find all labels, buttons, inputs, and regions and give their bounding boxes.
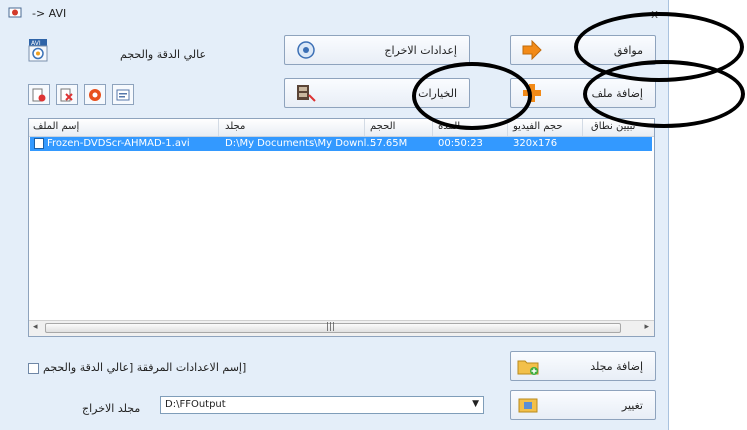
folder-open-icon (518, 398, 538, 413)
clear-list-button[interactable] (56, 84, 78, 105)
play-icon (89, 89, 101, 101)
remove-file-button[interactable] (28, 84, 50, 105)
output-folder-select[interactable]: D:\FFOutput ▼ (160, 396, 484, 414)
remove-file-icon (32, 88, 46, 102)
add-folder-label: إضافة مجلد (590, 360, 643, 373)
scroll-left-arrow-icon[interactable]: ◂ (33, 322, 38, 332)
cell-name: Frozen-DVDScr-AHMAD-1.avi (47, 138, 190, 149)
add-folder-icon (517, 360, 539, 375)
scroll-right-arrow-icon[interactable]: ▸ (644, 322, 649, 332)
output-settings-button[interactable]: إعدادات الاخراج (284, 35, 470, 65)
column-header-size[interactable]: الحجم (370, 121, 395, 132)
media-info-button[interactable] (112, 84, 134, 105)
file-icon (34, 138, 44, 149)
file-list[interactable]: إسم الملف مجلد الحجم المدة حجم الفيديو ت… (28, 118, 655, 337)
clear-list-icon (60, 88, 73, 102)
column-header-name[interactable]: إسم الملف (33, 121, 79, 132)
file-list-header: إسم الملف مجلد الحجم المدة حجم الفيديو ت… (29, 119, 654, 137)
column-header-folder[interactable]: مجلد (225, 121, 245, 132)
attach-settings-label: [إسم الاعدادات المرفقة [عالي الدقة والحج… (43, 361, 247, 374)
app-icon (8, 7, 22, 18)
output-folder-label: مجلد الاخراج (82, 402, 141, 415)
avi-profile-icon: AVI (28, 39, 48, 62)
table-row[interactable]: Frozen-DVDScr-AHMAD-1.avi D:\My Document… (30, 137, 652, 151)
play-button[interactable] (84, 84, 106, 105)
window-title: -> AVI (32, 7, 67, 20)
change-button[interactable]: تغيير (510, 390, 656, 420)
title-bar: -> AVI x (0, 0, 668, 26)
media-info-icon (116, 89, 130, 101)
cell-size: 57.65M (370, 138, 408, 149)
cell-video-size: 320x176 (513, 138, 558, 149)
attach-settings-checkbox[interactable] (28, 363, 39, 374)
arrow-right-icon (522, 40, 542, 60)
cell-duration: 00:50:23 (438, 138, 483, 149)
cell-folder: D:\My Documents\My Downl... (225, 138, 376, 149)
quality-label: عالي الدقة والحجم (120, 48, 207, 61)
scrollbar-thumb[interactable]: ||| (45, 322, 621, 333)
converter-window: -> AVI x AVI عالي الدقة والحجم إعدادات ا… (0, 0, 669, 430)
film-tools-icon (297, 85, 316, 102)
output-settings-label: إعدادات الاخراج (384, 44, 457, 57)
annotation-circle (412, 62, 532, 130)
output-folder-value: D:\FFOutput (165, 399, 226, 410)
add-folder-button[interactable]: إضافة مجلد (510, 351, 656, 381)
change-label: تغيير (621, 399, 643, 412)
scrollbar-grip: ||| (326, 322, 336, 332)
settings-disc-icon (297, 41, 315, 59)
chevron-down-icon[interactable]: ▼ (472, 399, 479, 409)
horizontal-scrollbar[interactable]: ◂ ||| ▸ (29, 320, 654, 336)
column-header-video-size[interactable]: حجم الفيديو (513, 121, 563, 132)
annotation-circle (583, 60, 745, 128)
